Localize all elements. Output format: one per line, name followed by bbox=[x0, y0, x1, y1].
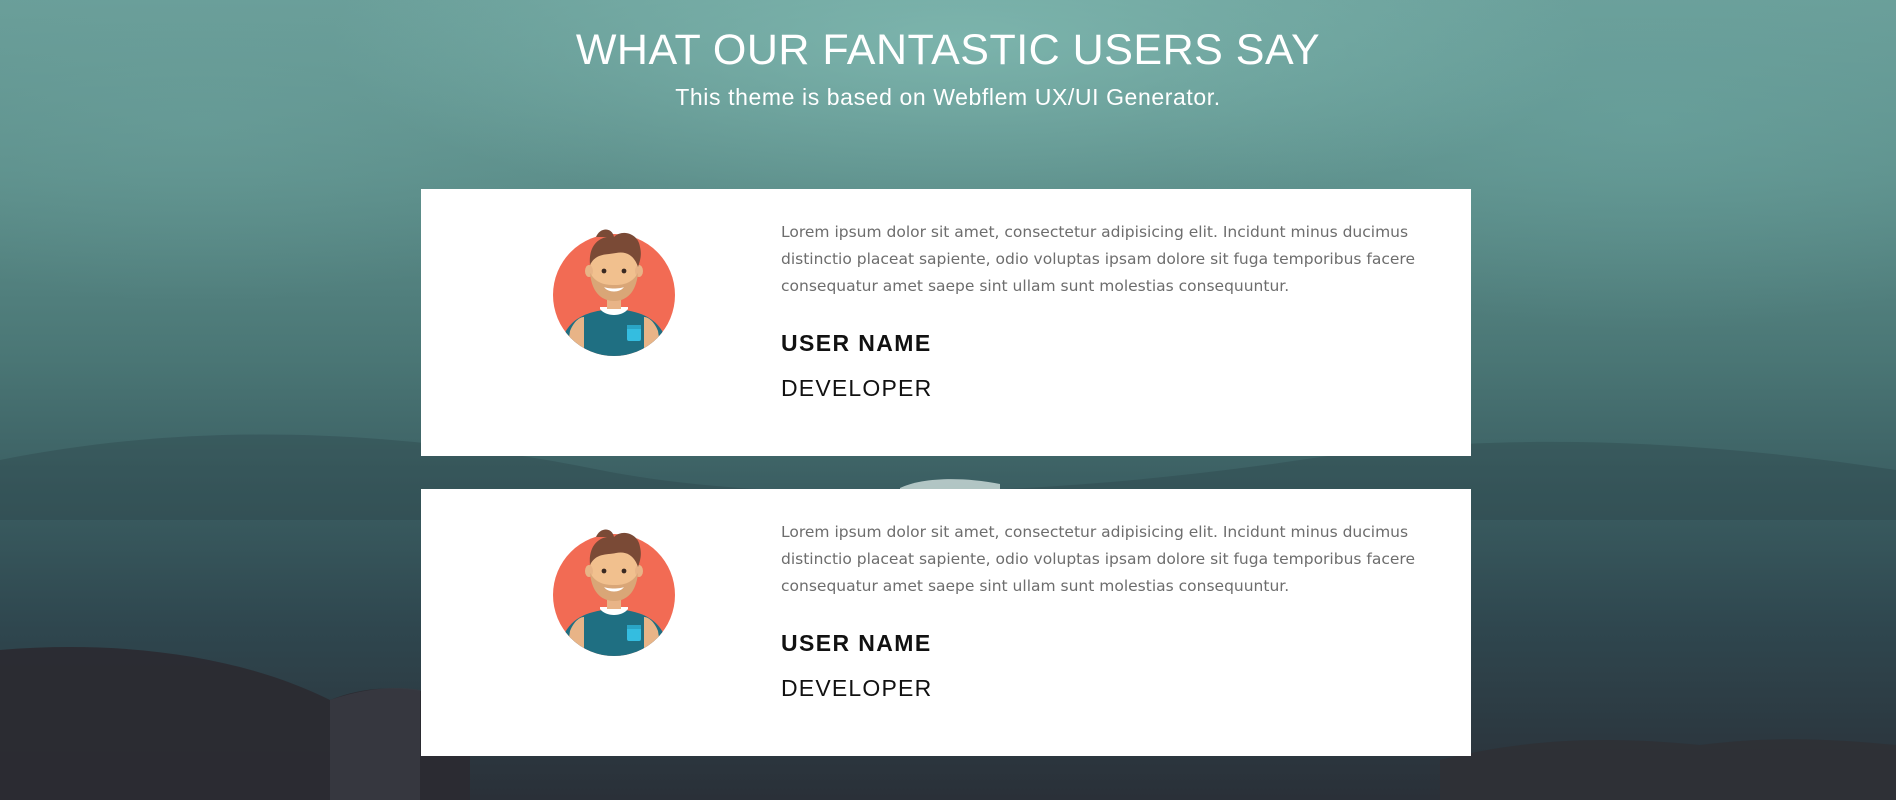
user-name: USER NAME bbox=[781, 630, 932, 656]
user-avatar-icon bbox=[553, 229, 675, 356]
testimonial-quote: Lorem ipsum dolor sit amet, consectetur … bbox=[781, 523, 1415, 595]
testimonial-card: Lorem ipsum dolor sit amet, consectetur … bbox=[421, 189, 1471, 456]
user-name: USER NAME bbox=[781, 330, 932, 356]
section-subtitle: This theme is based on Webflem UX/UI Gen… bbox=[675, 84, 1221, 110]
testimonial-card: Lorem ipsum dolor sit amet, consectetur … bbox=[421, 489, 1471, 756]
testimonials-header: WHAT OUR FANTASTIC USERS SAY This theme … bbox=[0, 22, 1896, 111]
user-role: DEVELOPER bbox=[781, 375, 933, 401]
user-avatar-icon bbox=[553, 529, 675, 656]
testimonial-content: Lorem ipsum dolor sit amet, consectetur … bbox=[781, 519, 1441, 702]
section-title: WHAT OUR FANTASTIC USERS SAY bbox=[575, 26, 1321, 74]
user-role: DEVELOPER bbox=[781, 675, 933, 701]
testimonial-content: Lorem ipsum dolor sit amet, consectetur … bbox=[781, 219, 1441, 402]
testimonial-quote: Lorem ipsum dolor sit amet, consectetur … bbox=[781, 223, 1415, 295]
